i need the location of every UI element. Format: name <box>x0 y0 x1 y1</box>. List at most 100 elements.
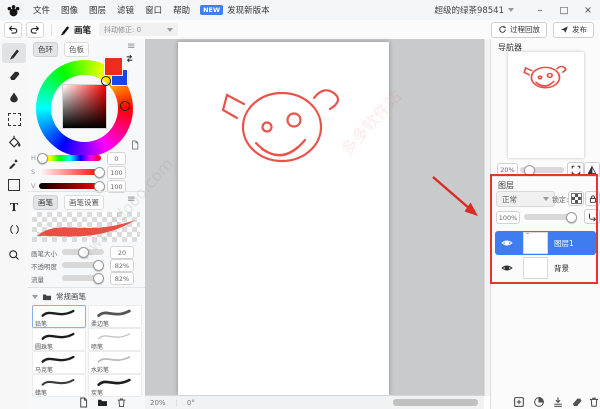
undo-button[interactable] <box>4 21 22 38</box>
horizontal-scrollbar[interactable] <box>393 399 478 406</box>
saturation-value-square[interactable] <box>63 85 106 128</box>
new-version-badge: NEW <box>200 5 224 15</box>
minimize-button[interactable]: – <box>528 0 552 20</box>
tool-liquify[interactable] <box>2 219 26 239</box>
brush-item-airbrush[interactable]: 喷笔 <box>88 328 142 351</box>
user-account-menu[interactable]: 超级的绿茶98541 <box>434 4 514 16</box>
tool-eyedropper[interactable] <box>2 153 26 173</box>
brush-item-crayon[interactable]: 蜡笔 <box>32 374 86 397</box>
maximize-button[interactable]: □ <box>552 0 576 20</box>
color-panel-menu-icon[interactable]: ≡ <box>127 42 135 52</box>
layer-lock-button[interactable] <box>585 191 600 206</box>
tool-smudge[interactable] <box>2 87 26 107</box>
flip-canvas-button[interactable] <box>584 162 600 177</box>
brush-flow-knob[interactable] <box>93 273 104 284</box>
tool-text[interactable]: T <box>2 197 26 217</box>
hue-knob[interactable] <box>37 153 48 164</box>
clear-layer-icon[interactable] <box>571 396 583 408</box>
stabilizer-dropdown[interactable]: 抖动修正: 0 <box>99 23 179 36</box>
brush-size-value[interactable]: 20 <box>110 246 134 259</box>
copy-color-icon[interactable] <box>130 140 140 150</box>
delete-layer-icon[interactable] <box>588 396 600 408</box>
brush-name: 水彩笔 <box>91 367 110 374</box>
menu-window[interactable]: 窗口 <box>145 4 162 16</box>
layer-row-layer1[interactable]: 图层1 <box>495 231 596 255</box>
eye-icon[interactable] <box>501 262 513 274</box>
brush-item-pencil[interactable]: 铅笔 <box>32 305 86 328</box>
blend-mode-dropdown[interactable]: 正常 <box>496 191 555 207</box>
layer-row-background[interactable]: 背景 <box>495 256 596 280</box>
publish-label: 发布 <box>572 25 587 34</box>
tool-brush[interactable] <box>2 43 26 63</box>
menu-help[interactable]: 帮助 <box>173 4 190 16</box>
tool-eraser[interactable] <box>2 65 26 85</box>
alpha-lock-button[interactable] <box>568 191 584 206</box>
navigator-thumbnail[interactable] <box>508 52 584 158</box>
navigator-zoom-value[interactable]: 20% <box>497 163 518 176</box>
layer-blend-icon[interactable] <box>533 396 545 408</box>
brush-opacity-track[interactable] <box>62 260 104 271</box>
hue-selector[interactable] <box>120 101 130 111</box>
brush-item-marker[interactable]: 马克笔 <box>32 351 86 374</box>
drawing-canvas[interactable] <box>178 42 389 395</box>
brush-flow-value[interactable]: 82% <box>110 272 134 285</box>
merge-down-icon[interactable] <box>552 396 564 408</box>
publish-button[interactable]: 发布 <box>553 21 594 38</box>
brush-name: 喷笔 <box>91 344 104 351</box>
sv-selector[interactable] <box>101 76 111 86</box>
foreground-color-swatch[interactable] <box>105 58 122 75</box>
tool-marquee-select[interactable] <box>2 109 26 129</box>
layer-opacity-knob[interactable] <box>566 212 577 223</box>
alpha-lock-icon <box>570 193 582 204</box>
saturation-knob[interactable] <box>94 167 105 178</box>
eye-icon[interactable] <box>501 237 513 249</box>
tool-shape[interactable] <box>2 175 26 195</box>
brush-group-header[interactable]: 常规画笔 <box>32 291 86 302</box>
tab-color-swatches[interactable]: 色板 <box>64 42 89 57</box>
new-brush-icon[interactable] <box>78 397 89 408</box>
brush-opacity-value[interactable]: 82% <box>110 259 134 272</box>
process-replay-button[interactable]: 过程回放 <box>491 21 547 38</box>
value-track[interactable] <box>39 181 105 192</box>
redo-button[interactable] <box>26 21 44 38</box>
swap-colors-icon[interactable] <box>125 54 134 63</box>
brush-flow-track[interactable] <box>62 273 104 284</box>
add-layer-icon[interactable] <box>513 396 525 408</box>
navigator-zoom-knob[interactable] <box>524 165 535 176</box>
brush-item-charcoal[interactable]: 炭笔 <box>88 374 142 397</box>
brush-item-softedge[interactable]: 柔边笔 <box>88 305 142 328</box>
tool-fill-bucket[interactable] <box>2 131 26 151</box>
saturation-value[interactable]: 100 <box>107 166 126 179</box>
hue-track[interactable] <box>37 153 101 164</box>
clipping-mask-button[interactable] <box>584 209 600 224</box>
layer-name: 图层1 <box>554 238 574 248</box>
left-panel: 色环 色板 ≡ H 0 S 100 V 100 画笔 画笔设置 ≡ 画笔大小 2… <box>28 39 146 409</box>
brush-opacity-knob[interactable] <box>93 260 104 271</box>
redo-icon <box>29 24 41 36</box>
brush-item-ballpoint[interactable]: 圆珠笔 <box>32 328 86 351</box>
tab-brush[interactable]: 画笔 <box>33 195 58 210</box>
canvas-rotation[interactable]: 0° <box>187 399 195 407</box>
hue-value[interactable]: 0 <box>107 152 126 165</box>
tab-color-wheel[interactable]: 色环 <box>33 42 58 57</box>
tool-zoom[interactable] <box>2 245 26 265</box>
brush-size-knob[interactable] <box>78 247 89 258</box>
saturation-track[interactable] <box>39 167 105 178</box>
menu-file[interactable]: 文件 <box>33 4 50 16</box>
brush-item-watercolor[interactable]: 水彩笔 <box>88 351 142 374</box>
delete-brush-icon[interactable] <box>116 397 127 408</box>
brush-folder-icon[interactable] <box>97 397 108 408</box>
close-button[interactable]: × <box>576 0 600 20</box>
tab-brush-settings[interactable]: 画笔设置 <box>64 195 104 210</box>
menu-layer[interactable]: 图层 <box>89 4 106 16</box>
brush-size-track[interactable] <box>62 247 104 258</box>
menu-filter[interactable]: 滤镜 <box>117 4 134 16</box>
layer-opacity-value[interactable]: 100% <box>496 211 520 224</box>
brush-panel-menu-icon[interactable]: ≡ <box>127 195 135 205</box>
menu-image[interactable]: 图像 <box>61 4 78 16</box>
layer-opacity-track[interactable] <box>524 212 577 223</box>
fit-screen-button[interactable] <box>567 162 584 177</box>
navigator-zoom-track[interactable] <box>520 165 564 176</box>
canvas-zoom-level[interactable]: 20% <box>150 399 166 407</box>
new-version-link[interactable]: 发现新版本 <box>227 4 270 16</box>
